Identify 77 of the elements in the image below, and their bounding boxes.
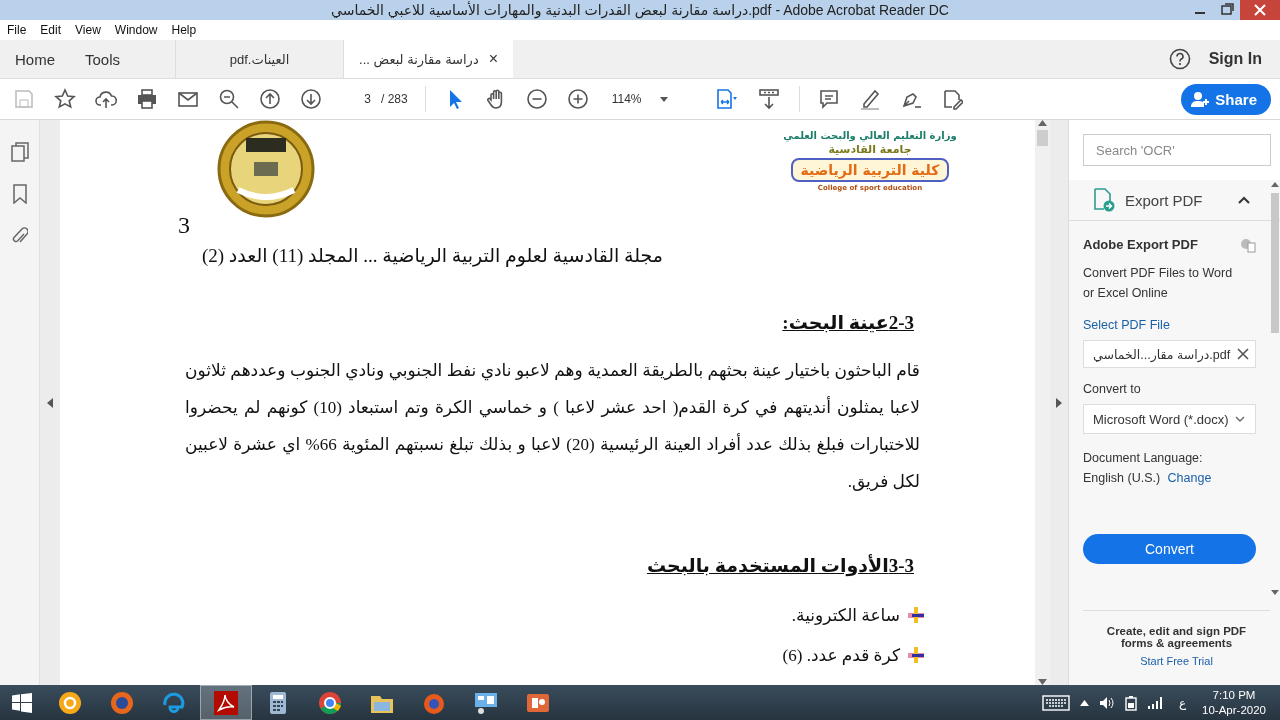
zoom-in-icon[interactable]: [566, 88, 589, 110]
chevron-down-icon: [1235, 416, 1245, 422]
convert-button[interactable]: Convert: [1083, 534, 1256, 564]
language-label: Document Language:: [1083, 450, 1204, 467]
show-hidden-icon[interactable]: [1079, 699, 1089, 706]
print-icon[interactable]: [136, 88, 158, 110]
search-field[interactable]: Search 'OCR': [1083, 134, 1271, 166]
scroll-up-icon[interactable]: [1271, 182, 1279, 187]
star-icon[interactable]: [54, 88, 76, 110]
journal-header: مجلة القادسية لعلوم التربية الرياضية ... المجلد (11) العدد (2): [200, 244, 664, 267]
taskbar-app-icon[interactable]: [200, 685, 252, 720]
paragraph: قام الباحثون باختيار عينة بحثهم بالطريقة العمدية وهم لاعبو نادي نفط الجنوبي ونادي الجنوب وعددهم ثلاثون لاعبا يمثلون أنديتهم في كرة القدم( احد عشر لاعبا ) و خماسي الكرة وتم استبعاد (10) كونهم لم يحضروا للاختبارات فبلغ بذلك عدد أفراد العينة الرئيسية (20) لاعبا و بذلك تبلغ نسبتهم المئوية 66% اي عشرة لاعبين لكل فريق.: [185, 360, 920, 493]
expand-right-icon[interactable]: [1056, 397, 1062, 408]
format-dropdown[interactable]: Microsoft Word (*.docx): [1083, 404, 1256, 434]
close-icon[interactable]: [1240, 0, 1280, 20]
bookmark-icon[interactable]: [12, 184, 27, 204]
close-tab-icon[interactable]: ×: [488, 50, 499, 68]
scroll-down-icon[interactable]: [1271, 590, 1279, 595]
file-field[interactable]: دراسة مقار...الخماسي.pdf: [1083, 340, 1256, 368]
clear-icon[interactable]: [1237, 348, 1249, 360]
help-icon[interactable]: [1168, 48, 1191, 70]
upload-cloud-icon[interactable]: [95, 88, 117, 110]
add-person-icon: [1191, 91, 1210, 107]
page-number: 3: [178, 212, 190, 239]
page-number-field[interactable]: 3: [341, 88, 371, 110]
clock-date: 10-Apr-2020: [1202, 702, 1266, 718]
nav-tab[interactable]: Home: [0, 40, 70, 78]
nav-tab[interactable]: Tools: [70, 40, 136, 78]
zoom-out-icon[interactable]: [525, 88, 548, 110]
sign-in-link[interactable]: Sign In: [1208, 50, 1262, 68]
menu-item[interactable]: Help: [171, 23, 197, 37]
language-value: English (U.S.): [1083, 471, 1161, 485]
promo-text: Create, edit and sign PDF forms & agreements: [1105, 625, 1248, 649]
battery-icon[interactable]: [1124, 694, 1137, 711]
panel-title: Adobe Export PDF: [1083, 237, 1198, 253]
university-name: جامعة القادسية: [828, 143, 912, 156]
menu-item[interactable]: File: [7, 23, 27, 37]
select-file-link[interactable]: Select PDF File: [1083, 318, 1256, 332]
input-language[interactable]: ع: [1178, 695, 1187, 710]
change-link[interactable]: Change: [1167, 471, 1212, 485]
keyboard-icon[interactable]: [1041, 694, 1070, 711]
scrollbar-thumb[interactable]: [1037, 130, 1048, 146]
volume-icon[interactable]: [1098, 695, 1115, 710]
bullet-icon: [906, 646, 926, 664]
scroll-mode-icon[interactable]: [757, 88, 780, 110]
document-tab[interactable]: دراسة مقارنة لبعض ... ×: [343, 40, 514, 78]
college-name: كلية التربية الرياضية: [790, 158, 950, 182]
share-button[interactable]: Share: [1181, 83, 1271, 115]
menu-item[interactable]: Window: [114, 23, 158, 37]
highlighter-icon[interactable]: [858, 88, 881, 110]
cloud-document-icon: [1240, 237, 1256, 253]
section-heading: 3-3الأدوات المستخدمة بالبحث: [646, 554, 915, 577]
pages-icon[interactable]: [10, 142, 29, 162]
collapse-left-icon[interactable]: [47, 397, 53, 408]
zoom-out-search-icon[interactable]: [218, 88, 240, 110]
free-trial-link[interactable]: Start Free Trial: [1140, 655, 1213, 667]
bullet-icon: [906, 606, 926, 624]
menu-item[interactable]: View: [75, 23, 101, 37]
page-total: / 283: [381, 92, 408, 106]
section-heading: 2-3عينة البحث:: [782, 311, 915, 334]
window-title: دراسة مقارنة لبعض القدرات البدنية والمهارات الأساسية للاعبي الخماسي.pdf - Adobe Acrobat Reader DC: [331, 2, 949, 18]
export-document-icon: [1093, 188, 1115, 212]
fit-page-icon[interactable]: [714, 88, 739, 110]
caret-icon: [659, 96, 668, 102]
list-item: ساعة الكترونية.: [791, 604, 900, 626]
comment-icon[interactable]: [817, 88, 840, 110]
signal-icon[interactable]: [1146, 695, 1163, 710]
arrow-up-circle-icon[interactable]: [259, 88, 281, 110]
ministry-name: وزارة التعليم العالي والبحث العلمي: [783, 130, 957, 141]
list-item: كرة قدم عدد. (6): [782, 644, 900, 666]
zoom-dropdown[interactable]: 114%: [607, 89, 691, 109]
scrollbar-thumb[interactable]: [1271, 193, 1279, 333]
panel-description: Convert PDF Files to Word or Excel Online: [1083, 265, 1233, 302]
arrow-down-circle-icon[interactable]: [300, 88, 322, 110]
clock-time: 7:10 PM: [1212, 687, 1256, 703]
convert-to-label: Convert to: [1083, 382, 1142, 396]
menu-item[interactable]: Edit: [40, 23, 62, 37]
